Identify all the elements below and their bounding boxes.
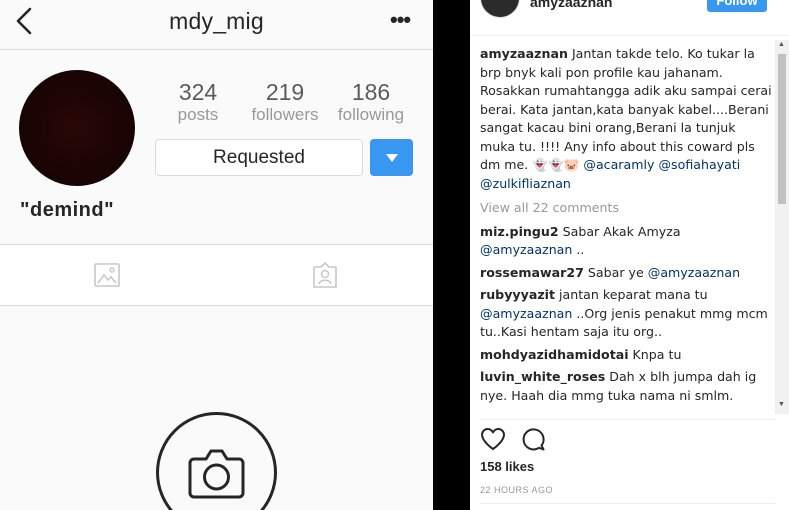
more-icon[interactable]: ••• xyxy=(390,7,411,33)
comment-text: Knpa tu xyxy=(632,346,682,362)
comment-mention[interactable]: @amyzaaznan xyxy=(480,242,572,257)
heart-icon[interactable] xyxy=(480,426,506,452)
divider xyxy=(470,35,789,36)
private-account-area xyxy=(0,306,433,510)
profile-header: mdy_mig ••• xyxy=(0,0,433,50)
comment-item: mohdyazidhamidotai Knpa tu xyxy=(480,346,772,365)
profile-username: mdy_mig xyxy=(169,8,264,34)
post-timestamp: 22 HOURS AGO xyxy=(480,485,554,495)
comments-scrollbar[interactable]: ▲ ▼ xyxy=(775,40,789,414)
comment-icon[interactable] xyxy=(520,426,546,452)
follow-button[interactable]: Follow xyxy=(707,0,767,12)
scroll-thumb[interactable] xyxy=(778,54,786,204)
grid-photo-icon[interactable] xyxy=(93,261,121,289)
post-panel: amyzaaznan Follow amyzaaznan Jantan takd… xyxy=(470,0,789,510)
following-count: 186 xyxy=(351,79,391,105)
tagged-icon[interactable] xyxy=(311,261,339,289)
caption-mention[interactable]: @acaramly xyxy=(583,157,654,172)
stat-following[interactable]: 186 following xyxy=(332,79,410,125)
following-label: following xyxy=(337,105,405,124)
comment-mention[interactable]: @amyzaaznan xyxy=(648,265,740,280)
comment-username[interactable]: rubyyyazit xyxy=(480,287,555,302)
likes-count[interactable]: 158 likes xyxy=(480,459,534,474)
followers-label: followers xyxy=(251,105,319,124)
comment-text: Sabar ye xyxy=(587,264,644,280)
comment-item: rubyyyazit jantan keparat mana tu @amyza… xyxy=(480,286,772,342)
profile-full-name: "demind" xyxy=(20,199,115,221)
comment-username[interactable]: luvin_white_roses xyxy=(480,369,605,384)
comment-text-after: .. xyxy=(572,242,585,257)
caption-username[interactable]: amyzaaznan xyxy=(480,46,568,61)
camera-icon xyxy=(188,449,245,499)
caption-mention[interactable]: @sofiahayati xyxy=(658,157,740,172)
comment-item: luvin_white_roses Dah x blh jumpa dah ig… xyxy=(480,368,772,405)
comment-mention[interactable]: @amyzaaznan xyxy=(480,306,572,321)
post-author-username[interactable]: amyzaaznan xyxy=(530,0,612,10)
mobile-profile-screenshot: mdy_mig ••• 324 posts 219 followers 186 … xyxy=(0,0,433,510)
dropdown-arrow-icon xyxy=(385,153,398,162)
caption: amyzaaznan Jantan takde telo. Ko tukar l… xyxy=(480,45,772,193)
view-all-comments-link[interactable]: View all 22 comments xyxy=(480,199,772,218)
scroll-down-arrow-icon[interactable]: ▼ xyxy=(778,401,785,408)
requested-button[interactable]: Requested xyxy=(155,139,363,176)
divider xyxy=(480,419,775,420)
caption-text: Jantan takde telo. Ko tukar la brp bnyk … xyxy=(480,46,772,172)
comment-text: Sabar Akak Amyza xyxy=(562,223,681,239)
scroll-up-arrow-icon[interactable]: ▲ xyxy=(778,41,785,48)
camera-circle xyxy=(156,412,277,510)
comment-username[interactable]: rossemawar27 xyxy=(480,265,584,280)
divider xyxy=(480,503,775,504)
comment-item: rossemawar27 Sabar ye @amyzaaznan xyxy=(480,264,772,283)
stat-posts: 324 posts xyxy=(168,79,228,125)
followers-count: 219 xyxy=(265,79,305,105)
comment-text: jantan keparat mana tu xyxy=(559,287,708,302)
comment-username[interactable]: mohdyazidhamidotai xyxy=(480,347,629,362)
comments-list: amyzaaznan Jantan takde telo. Ko tukar l… xyxy=(480,45,772,415)
profile-tabs xyxy=(0,244,433,306)
comment-item: miz.pingu2 Sabar Akak Amyza @amyzaaznan … xyxy=(480,223,772,260)
post-author-avatar[interactable] xyxy=(480,0,520,18)
comment-username[interactable]: miz.pingu2 xyxy=(480,224,559,239)
posts-label: posts xyxy=(177,105,219,124)
posts-count: 324 xyxy=(178,79,218,105)
avatar xyxy=(19,70,135,186)
suggestions-dropdown-button[interactable] xyxy=(370,139,413,176)
caption-mention[interactable]: @zulkifliaznan xyxy=(480,176,571,191)
stat-followers[interactable]: 219 followers xyxy=(245,79,325,125)
